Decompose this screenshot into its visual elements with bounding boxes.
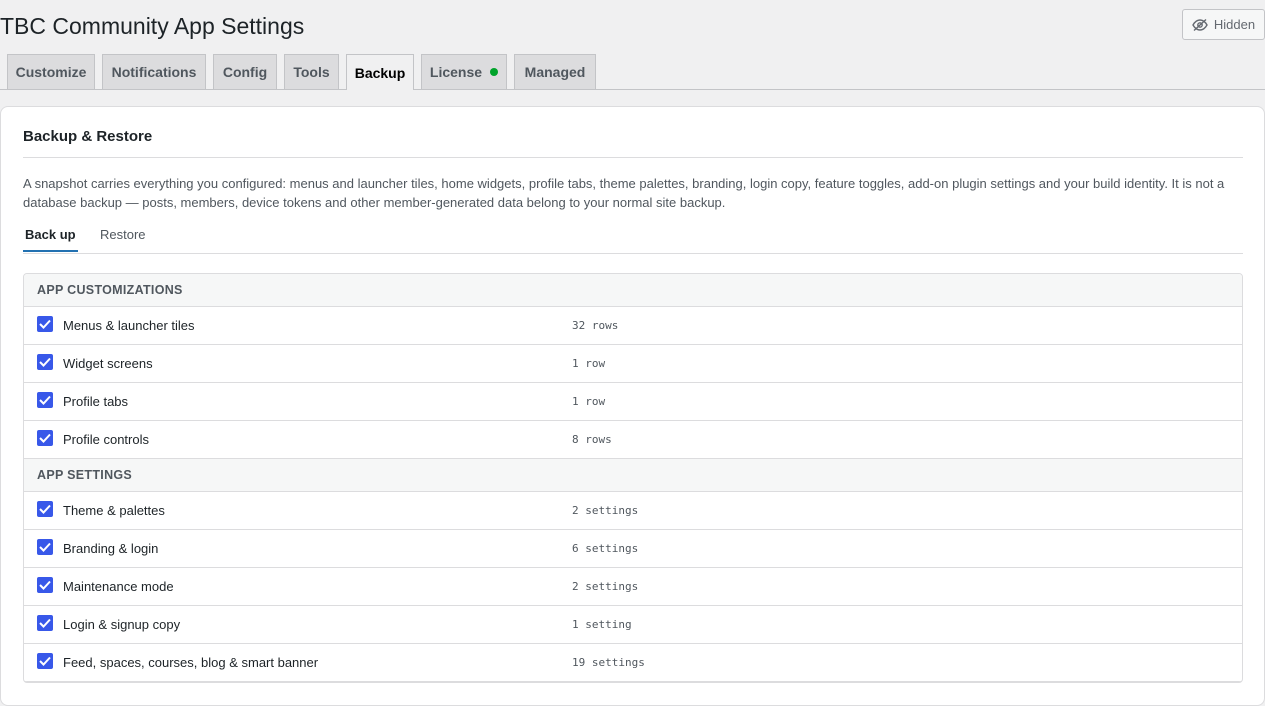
subtab-restore[interactable]: Restore — [98, 227, 148, 250]
checkbox-profile-tabs[interactable] — [37, 392, 53, 408]
table-row: Theme & palettes 2 settings — [24, 492, 1242, 530]
table-row: Widget screens 1 row — [24, 345, 1242, 383]
subtab-back-up[interactable]: Back up — [23, 227, 78, 252]
hidden-button-label: Hidden — [1213, 17, 1256, 32]
settings-tabs: Customize Notifications Config Tools Bac… — [0, 54, 1265, 90]
row-label: Theme & palettes — [63, 503, 165, 518]
row-label: Menus & launcher tiles — [63, 318, 195, 333]
table-row: Login & signup copy 1 setting — [24, 606, 1242, 644]
backup-items-table: App customizations Menus & launcher tile… — [23, 273, 1243, 683]
row-label: Profile controls — [63, 432, 149, 447]
row-label: Feed, spaces, courses, blog & smart bann… — [63, 655, 319, 670]
license-status-dot — [490, 68, 499, 76]
row-label: Branding & login — [63, 541, 159, 556]
table-row: Profile controls 8 rows — [24, 421, 1242, 459]
row-count: 2 settings — [572, 580, 639, 593]
table-row: Branding & login 6 settings — [24, 530, 1242, 568]
row-count: 1 row — [572, 357, 606, 370]
checkbox-theme-palettes[interactable] — [37, 501, 53, 517]
backup-panel: Backup & Restore A snapshot carries ever… — [0, 106, 1265, 706]
row-count: 32 rows — [572, 319, 619, 332]
tab-config[interactable]: Config — [213, 54, 277, 89]
checkbox-profile-controls[interactable] — [37, 430, 53, 446]
section-header-app-settings: App settings — [24, 459, 1242, 492]
row-count: 8 rows — [572, 433, 612, 446]
panel-title: Backup & Restore — [23, 128, 153, 145]
hidden-button[interactable]: Hidden — [1182, 9, 1265, 40]
checkbox-maintenance-mode[interactable] — [37, 577, 53, 593]
row-label: Widget screens — [63, 356, 153, 371]
backup-subtabs: Back up Restore — [23, 223, 1243, 254]
row-count: 2 settings — [572, 504, 639, 517]
row-count: 6 settings — [572, 542, 639, 555]
tab-license[interactable]: License — [421, 54, 507, 89]
checkbox-widget-screens[interactable] — [37, 354, 53, 370]
checkbox-feed-spaces-courses[interactable] — [37, 653, 53, 669]
tab-customize[interactable]: Customize — [7, 54, 95, 89]
row-label: Maintenance mode — [63, 579, 174, 594]
panel-description: A snapshot carries everything you config… — [23, 176, 1225, 210]
checkbox-branding-login[interactable] — [37, 539, 53, 555]
section-header-app-customizations: App customizations — [24, 274, 1242, 307]
eye-slash-icon — [1192, 18, 1208, 32]
table-row: Profile tabs 1 row — [24, 383, 1242, 421]
tab-tools[interactable]: Tools — [284, 54, 339, 89]
table-row: Maintenance mode 2 settings — [24, 568, 1242, 606]
checkbox-menus-launcher-tiles[interactable] — [37, 316, 53, 332]
row-count: 1 setting — [572, 618, 632, 631]
row-count: 1 row — [572, 395, 606, 408]
table-row: Feed, spaces, courses, blog & smart bann… — [24, 644, 1242, 682]
checkbox-login-signup-copy[interactable] — [37, 615, 53, 631]
row-label: Profile tabs — [63, 394, 129, 409]
tab-notifications[interactable]: Notifications — [102, 54, 206, 89]
table-row: Menus & launcher tiles 32 rows — [24, 307, 1242, 345]
row-count: 19 settings — [572, 656, 645, 669]
tab-managed[interactable]: Managed — [514, 54, 596, 89]
tab-backup[interactable]: Backup — [346, 54, 414, 90]
page-title: TBC Community App Settings — [0, 13, 305, 39]
row-label: Login & signup copy — [63, 617, 181, 632]
divider — [23, 157, 1243, 158]
